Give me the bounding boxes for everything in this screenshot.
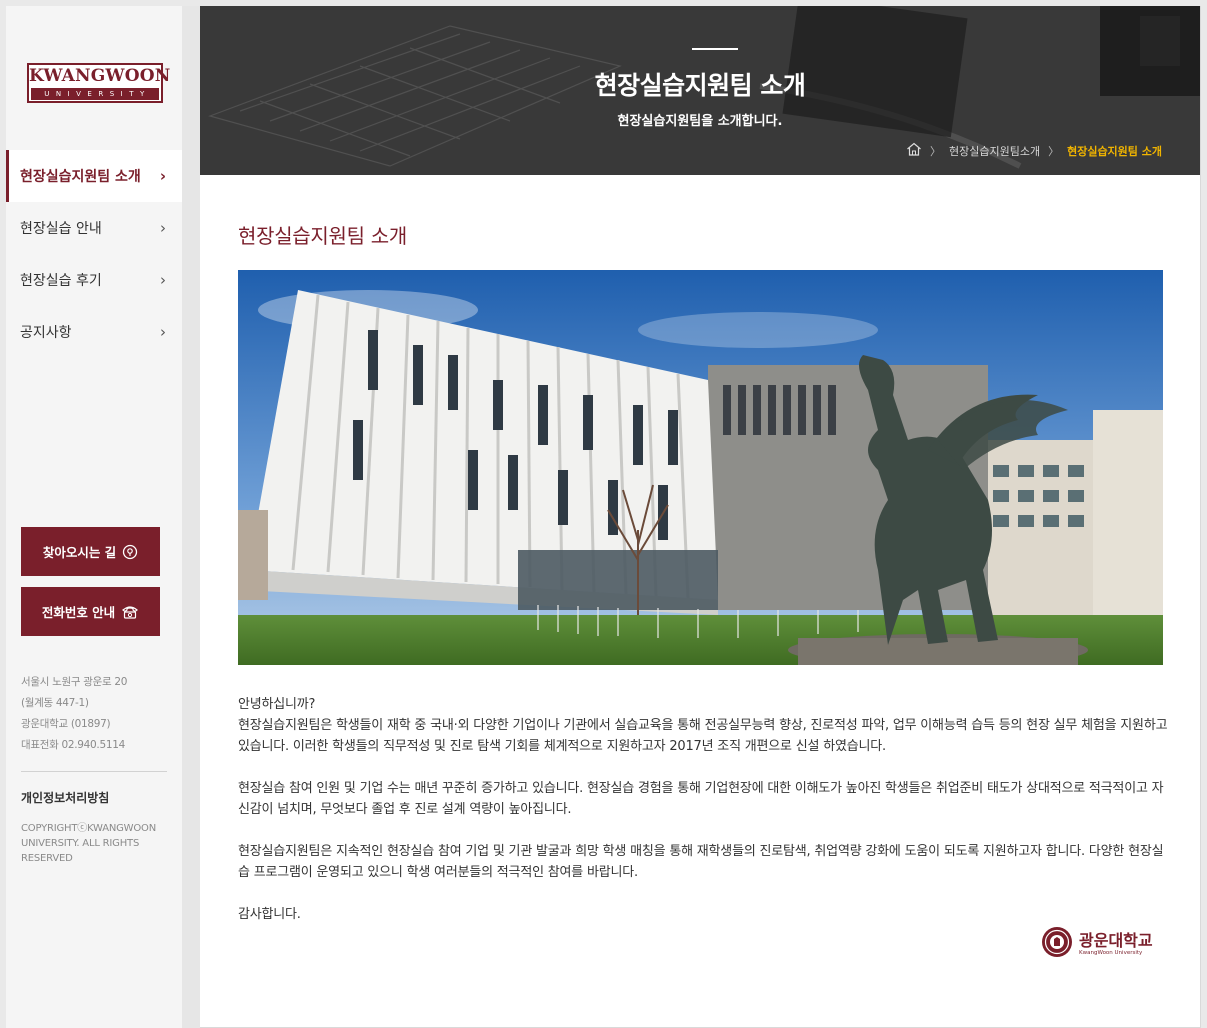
sidebar-item-team-intro[interactable]: 현장실습지원팀 소개 › (6, 150, 182, 202)
location-pin-icon (122, 544, 138, 560)
copyright-text: COPYRIGHTⓒKWANGWOON UNIVERSITY. ALL RIGH… (21, 823, 156, 864)
phone-button-label: 전화번호 안내 (41, 605, 116, 620)
page-title: 현장실습지원팀 소개 (238, 224, 407, 248)
directions-button-label: 찾아오시는 길 (42, 545, 117, 560)
sidebar-divider (21, 771, 167, 772)
seal-text: 광운대학교 KwangWoon University (1079, 930, 1153, 957)
intro-paragraph: 현장실습지원팀은 지속적인 현장실습 참여 기업 및 기관 발굴과 희망 학생 … (238, 844, 1164, 880)
sidebar-item-internship-reviews[interactable]: 현장실습 후기 › (6, 254, 182, 306)
chevron-right-icon: › (160, 323, 166, 341)
sidebar-item-label: 현장실습 안내 (20, 221, 102, 237)
logo-subtitle: UNIVERSITY (31, 88, 159, 100)
breadcrumb: 〉 현장실습지원팀소개 〉 현장실습지원팀 소개 (906, 142, 1162, 159)
university-emblem-icon (1041, 926, 1073, 962)
chevron-right-icon: › (160, 219, 166, 237)
sidebar-item-notices[interactable]: 공지사항 › (6, 306, 182, 358)
banner-title: 현장실습지원팀 소개 (594, 71, 806, 100)
sidebar-item-internship-guide[interactable]: 현장실습 안내 › (6, 202, 182, 254)
closing-text: 감사합니다. (238, 907, 301, 922)
phone-info-button[interactable]: 전화번호 안내 (21, 587, 160, 636)
breadcrumb-item[interactable]: 현장실습지원팀소개 (949, 143, 1040, 159)
banner-accent-line (692, 48, 738, 50)
privacy-policy-link[interactable]: 개인정보처리방침 (21, 789, 109, 806)
sidebar-item-label: 현장실습지원팀 소개 (20, 169, 141, 185)
intro-text: 안녕하십니까? 현장실습지원팀은 학생들이 재학 중 국내·외 다양한 기업이나… (238, 694, 1168, 946)
sidebar-item-label: 현장실습 후기 (20, 273, 102, 289)
sidebar-item-label: 공지사항 (20, 325, 72, 341)
seal-name-english: KwangWoon University (1079, 949, 1143, 956)
university-seal-logo: 광운대학교 KwangWoon University (1041, 926, 1153, 962)
chevron-right-icon: › (160, 271, 166, 289)
campus-building-photo (238, 270, 1163, 665)
chevron-right-icon: 〉 (1048, 144, 1060, 158)
sidebar-divider-strip (182, 6, 200, 1028)
banner-subtitle: 현장실습지원팀을 소개합니다. (617, 114, 783, 129)
phone-icon (121, 604, 139, 620)
breadcrumb-current[interactable]: 현장실습지원팀 소개 (1067, 143, 1162, 159)
address-line: 서울시 노원구 광운로 20 (21, 676, 128, 688)
intro-paragraph: 현장실습지원팀은 학생들이 재학 중 국내·외 다양한 기업이나 기관에서 실습… (238, 718, 1168, 754)
address-line: (월계동 447-1) (21, 697, 89, 709)
address-line: 광운대학교 (01897) (21, 718, 111, 730)
sidebar-nav: 현장실습지원팀 소개 › 현장실습 안내 › 현장실습 후기 › 공지사항 › (6, 150, 182, 358)
intro-paragraph: 현장실습 참여 인원 및 기업 수는 매년 꾸준히 증가하고 있습니다. 현장실… (238, 781, 1164, 817)
chevron-right-icon: › (159, 167, 166, 185)
directions-button[interactable]: 찾아오시는 길 (21, 527, 160, 576)
phone-line: 대표전화 02.940.5114 (21, 739, 125, 751)
page-banner: 현장실습지원팀 소개 현장실습지원팀을 소개합니다. 〉 현장실습지원팀소개 〉… (200, 6, 1200, 175)
home-icon[interactable] (906, 142, 922, 159)
seal-name-korean: 광운대학교 (1079, 930, 1153, 950)
greeting-text: 안녕하십니까? (238, 697, 316, 712)
chevron-right-icon: 〉 (929, 144, 941, 158)
address-block: 서울시 노원구 광운로 20 (월계동 447-1) 광운대학교 (01897)… (21, 672, 171, 756)
university-logo[interactable]: KWANGWOON UNIVERSITY (27, 63, 171, 103)
logo-wordmark: KWANGWOON (29, 66, 171, 86)
